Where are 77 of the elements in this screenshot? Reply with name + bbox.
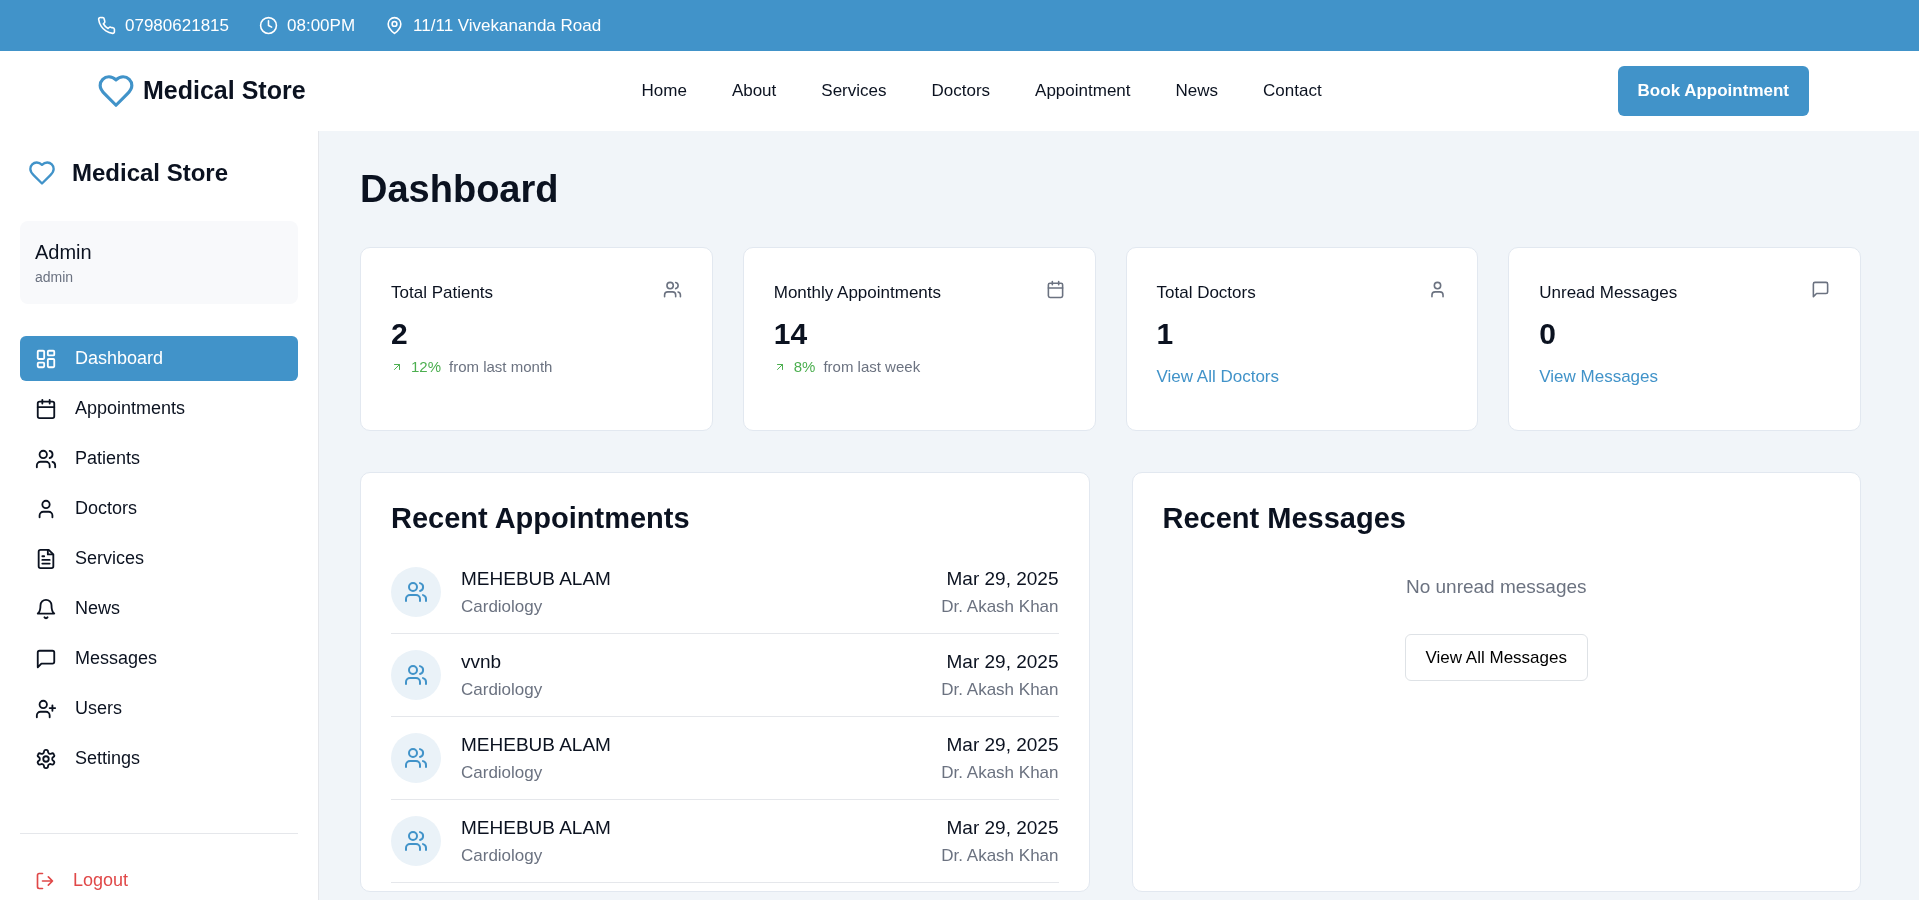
doctor-name: Dr. Akash Khan: [941, 595, 1059, 618]
logout-icon: [35, 870, 55, 891]
bell-icon: [35, 597, 57, 620]
address-text: 11/11 Vivekananda Road: [413, 14, 602, 37]
sidebar-item[interactable]: Doctors: [20, 486, 298, 531]
stat-value: 2: [391, 316, 409, 353]
opening-time: 08:00PM: [287, 14, 356, 37]
trend-note: from last week: [823, 357, 921, 378]
nav-link[interactable]: Doctors: [931, 78, 991, 104]
sidebar-item[interactable]: Patients: [20, 436, 298, 481]
settings-icon: [35, 747, 57, 770]
sidebar-item[interactable]: Services: [20, 536, 298, 581]
users-icon: [662, 279, 682, 299]
user-name: Admin: [35, 240, 93, 265]
patient-name: vvnb: [461, 650, 503, 675]
panel-title: Recent Appointments: [391, 500, 691, 536]
doctor-name: Dr. Akash Khan: [941, 761, 1059, 784]
users-icon: [404, 746, 428, 771]
patient-name: MEHEBUB ALAM: [461, 816, 612, 841]
doctor-name: Dr. Akash Khan: [941, 678, 1059, 701]
stat-title: Total Doctors: [1156, 281, 1256, 304]
department: Cardiology: [461, 844, 544, 867]
stat-value: 1: [1156, 316, 1175, 353]
empty-message: No unread messages: [1404, 575, 1588, 600]
panel-title: Recent Messages: [1162, 500, 1407, 536]
trend-percent: 8%: [793, 357, 816, 378]
logout-link[interactable]: Logout: [20, 858, 298, 900]
user-role: admin: [35, 268, 75, 287]
users-icon: [404, 829, 428, 854]
stat-title: Unread Messages: [1539, 281, 1678, 304]
nav-link[interactable]: About: [731, 78, 777, 104]
appointment-date: Mar 29, 2025: [945, 567, 1059, 592]
view-all-messages-button[interactable]: View All Messages: [1404, 633, 1588, 682]
trend-note: from last month: [449, 357, 553, 378]
stat-title: Total Patients: [391, 281, 494, 304]
appointment-date: Mar 29, 2025: [945, 816, 1059, 841]
department: Cardiology: [461, 761, 544, 784]
patient-name: MEHEBUB ALAM: [461, 567, 612, 592]
appointment-date: Mar 29, 2025: [945, 650, 1059, 675]
nav-link[interactable]: Contact: [1263, 78, 1322, 104]
brand-name: Medical Store: [72, 158, 229, 188]
users-icon: [404, 580, 428, 605]
dashboard-grid-icon: [35, 347, 57, 370]
add-user-icon: [35, 697, 57, 720]
stat-value: 14: [773, 316, 809, 353]
doctor-name: Dr. Akash Khan: [941, 844, 1059, 867]
nav-link[interactable]: News: [1175, 78, 1219, 104]
sidebar-item[interactable]: Users: [20, 686, 298, 731]
users-icon: [404, 663, 428, 688]
heart-logo-icon: [97, 72, 135, 110]
page-title: Dashboard: [360, 167, 560, 212]
clock-icon: [259, 16, 278, 35]
patient-name: MEHEBUB ALAM: [461, 733, 612, 758]
heart-logo-icon: [28, 159, 56, 187]
brand-name: Medical Store: [143, 75, 306, 107]
department: Cardiology: [461, 678, 544, 701]
location-pin-icon: [385, 16, 405, 35]
chat-icon: [35, 647, 57, 670]
chat-icon: [1811, 279, 1830, 299]
trend-percent: 12%: [411, 357, 442, 378]
calendar-icon: [35, 397, 57, 420]
sidebar-item[interactable]: Appointments: [20, 386, 298, 431]
phone-number: 07980621815: [125, 14, 229, 37]
nav-link[interactable]: Services: [821, 78, 887, 104]
nav-link[interactable]: Appointment: [1035, 78, 1131, 104]
calendar-icon: [1045, 279, 1065, 299]
stat-title: Monthly Appointments: [773, 281, 941, 304]
department: Cardiology: [461, 595, 544, 618]
sidebar-item[interactable]: Settings: [20, 736, 298, 781]
sidebar-item[interactable]: News: [20, 586, 298, 631]
document-icon: [35, 547, 57, 570]
stat-value: 0: [1539, 316, 1557, 353]
sidebar-item[interactable]: Messages: [20, 636, 298, 681]
users-icon: [35, 447, 57, 470]
appointment-date: Mar 29, 2025: [945, 733, 1059, 758]
phone-icon: [97, 16, 116, 35]
nav-link[interactable]: Home: [641, 78, 687, 104]
